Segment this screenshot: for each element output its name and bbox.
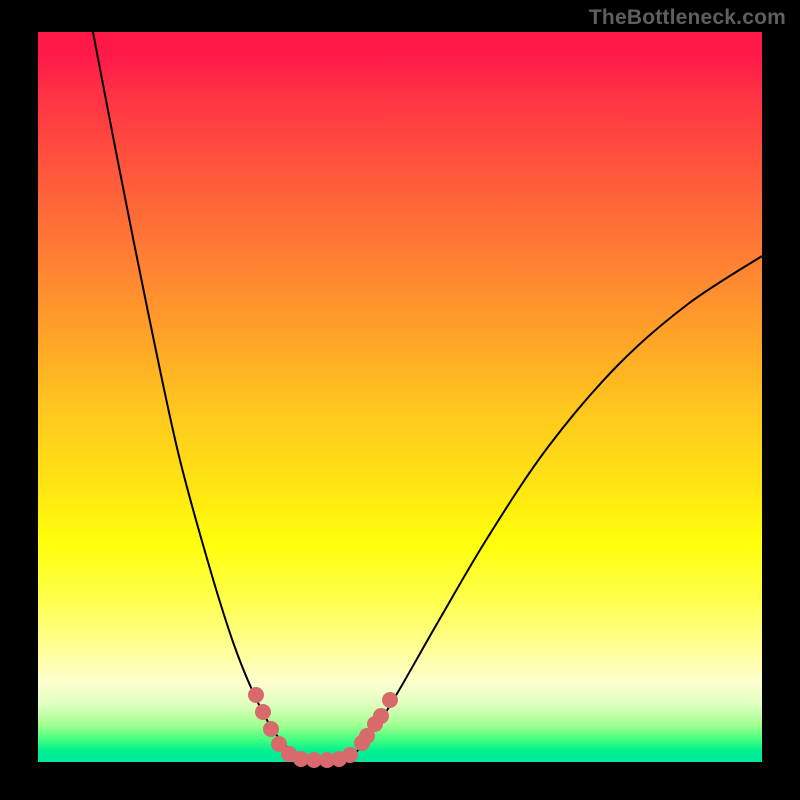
highlight-dot: [373, 708, 389, 724]
highlight-dot: [382, 692, 398, 708]
plot-area: [38, 32, 762, 762]
watermark: TheBottleneck.com: [589, 6, 786, 30]
bottleneck-curve: [92, 27, 762, 761]
highlight-dot: [263, 721, 279, 737]
highlight-dot: [255, 704, 271, 720]
highlight-dots: [248, 687, 398, 768]
chart-svg: [38, 32, 762, 762]
highlight-dot: [342, 747, 358, 763]
chart-frame: TheBottleneck.com: [0, 0, 800, 800]
highlight-dot: [248, 687, 264, 703]
